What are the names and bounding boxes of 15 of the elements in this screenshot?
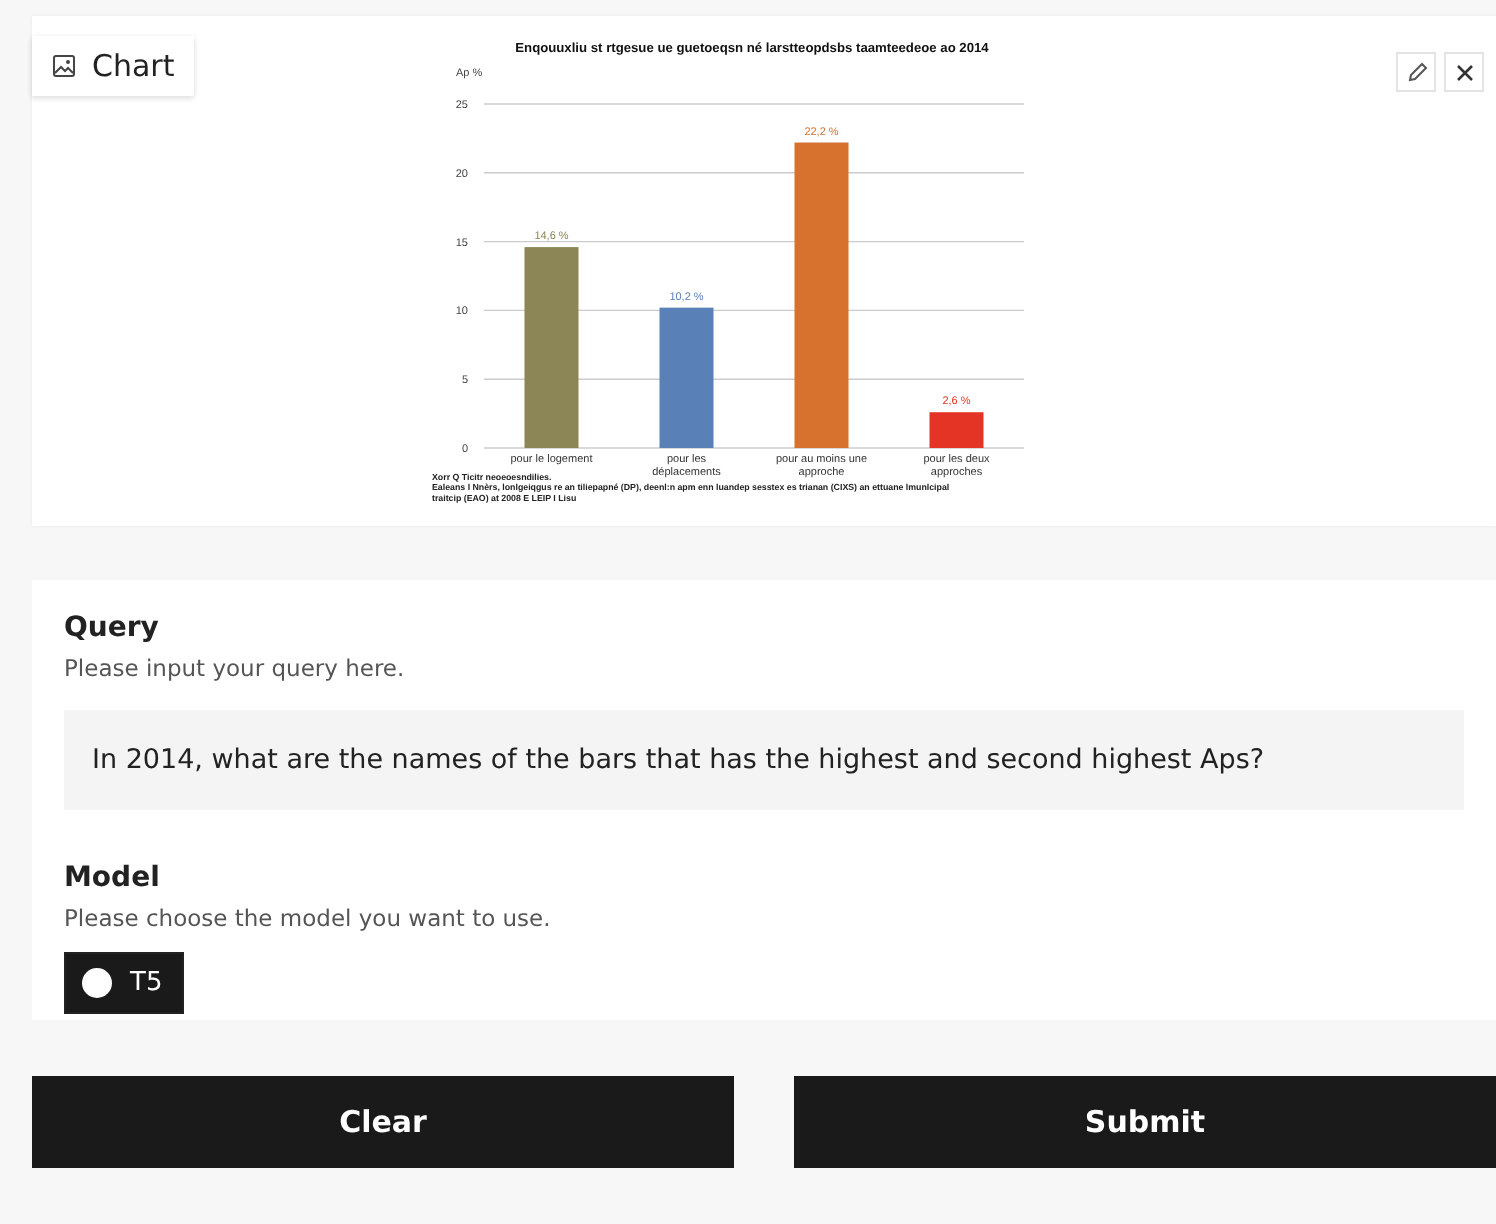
section-title: Query xyxy=(64,612,161,644)
edit-button[interactable] xyxy=(1396,52,1436,92)
chart-label: Chart xyxy=(32,36,195,96)
query-input-field[interactable]: In 2014, what are the names of the bars that has the highest and second highest Aps? xyxy=(64,710,1464,810)
hint-text: Please choose the model you want to use. xyxy=(64,904,553,932)
radio-icon xyxy=(82,968,112,998)
close-button[interactable] xyxy=(1444,52,1484,92)
model-radio-option[interactable]: T5 xyxy=(64,952,185,1014)
action-button[interactable]: Submit xyxy=(794,1076,1496,1168)
pencil-icon xyxy=(1405,61,1427,83)
section-title: Model xyxy=(64,862,162,894)
close-icon xyxy=(1455,63,1473,81)
action-button[interactable]: Clear xyxy=(32,1076,734,1168)
hint-text: Please input your query here. xyxy=(64,654,407,682)
image-icon xyxy=(52,54,76,78)
